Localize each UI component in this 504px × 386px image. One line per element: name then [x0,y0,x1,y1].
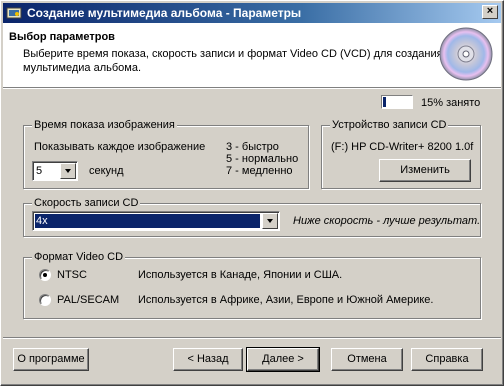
disc-usage-bar [381,95,413,109]
dropdown-arrow-icon[interactable] [60,163,76,179]
disc-usage-fill [383,97,386,107]
close-icon: × [486,5,494,17]
speed-value: 4x [35,214,260,228]
dropdown-arrow-icon[interactable] [262,213,278,229]
display-time-prompt: Показывать каждое изображение [34,141,206,153]
video-format-group: Формат Video CD [23,251,481,319]
ntsc-radio[interactable] [39,269,51,281]
speed-legend: Скорость записи CD [32,197,141,209]
display-time-hint-fast: 3 - быстро [226,141,279,153]
wizard-window: Создание мультимедиа альбома - Параметры… [0,0,504,386]
ntsc-label[interactable]: NTSC [57,269,87,281]
header-title: Выбор параметров [9,31,115,43]
disc-usage-label: 15% занято [421,97,481,109]
recorder-device-name: (F:) HP CD-Writer+ 8200 1.0f [331,141,474,153]
about-button[interactable]: О программе [13,348,89,371]
speed-select[interactable]: 4x [32,211,280,231]
speed-hint: Ниже скорость - лучше результат. [293,215,481,227]
display-time-unit: секунд [89,165,124,177]
display-time-legend: Время показа изображения [32,119,177,131]
back-button[interactable]: < Назад [173,348,243,371]
ntsc-description: Используется в Канаде, Японии и США. [138,269,343,281]
display-time-value: 5 [36,165,43,177]
window-title: Создание мультимедиа альбома - Параметры [27,6,302,20]
change-recorder-button[interactable]: Изменить [379,159,471,182]
pal-secam-label[interactable]: PAL/SECAM [57,294,119,306]
close-button[interactable]: × [482,5,498,19]
display-time-select[interactable]: 5 [32,161,78,181]
cancel-button[interactable]: Отмена [331,348,403,371]
display-time-hint-slow: 7 - медленно [226,165,293,177]
video-format-legend: Формат Video CD [32,251,126,263]
header-separator [3,87,501,89]
app-icon [6,7,22,19]
title-bar[interactable]: Создание мультимедиа альбома - Параметры… [3,3,501,23]
cd-disc-icon [439,27,493,81]
next-button[interactable]: Далее > [246,347,320,372]
display-time-hint-normal: 5 - нормально [226,153,299,165]
wizard-header: Выбор параметров Выберите время показа, … [3,23,501,87]
footer-separator [3,337,501,339]
pal-secam-description: Используется в Африке, Азии, Европе и Юж… [138,294,434,306]
help-button[interactable]: Справка [411,348,483,371]
pal-secam-radio[interactable] [39,294,51,306]
recorder-legend: Устройство записи CD [330,119,449,131]
header-description: Выберите время показа, скорость записи и… [23,48,443,74]
